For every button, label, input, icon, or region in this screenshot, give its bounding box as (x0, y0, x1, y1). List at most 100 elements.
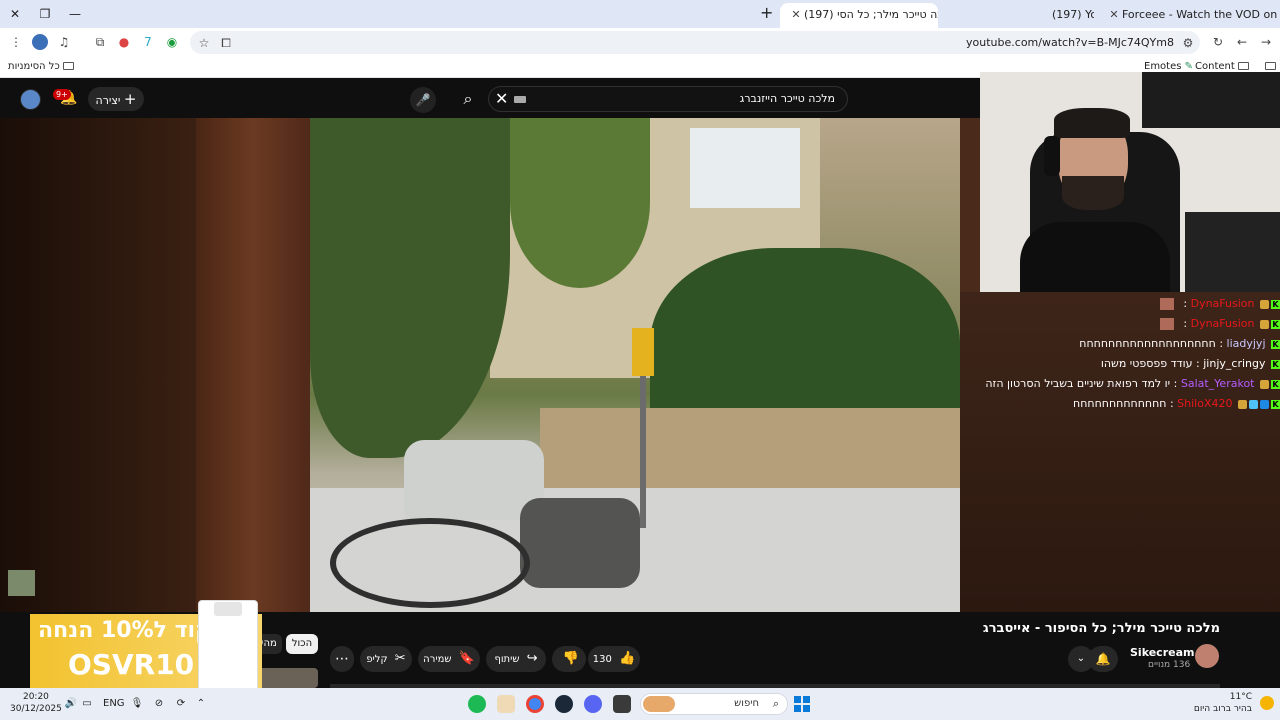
chat-message: K DynaFusion : (1159, 295, 1280, 313)
like-button[interactable]: 130 👍 (588, 646, 640, 672)
video-title: מלכה טייכר מילר; כל הסיפור - אייסברג (982, 621, 1220, 636)
app-icon[interactable] (497, 695, 515, 713)
more-actions-icon[interactable]: ⋯ (330, 646, 354, 672)
steam-app-icon[interactable] (555, 695, 573, 713)
bookmark-icon: 🔖 (458, 651, 475, 666)
address-bar[interactable]: ☆ ⧠ youtube.com/watch?v=B-MJc74QYm8 ⚙ (190, 31, 1200, 54)
search-icon: ⌕ (772, 697, 779, 710)
chevron-down-icon[interactable]: ⌄ (1068, 646, 1094, 672)
all-bookmarks-label: כל הסימניות (8, 61, 60, 72)
chat-emote-icon (1159, 298, 1174, 310)
bookmark-star-icon[interactable]: ☆ (196, 35, 212, 51)
chat-message: K liadyjyj : חחחחחחחחחחחחחחחחחחח (1079, 335, 1280, 353)
language-indicator[interactable]: ENG (103, 697, 125, 711)
back-icon[interactable]: ← (1234, 34, 1250, 50)
keyboard-icon[interactable] (514, 96, 526, 103)
pc-case (1185, 212, 1280, 292)
emotes-icon: ✎ (1184, 61, 1194, 72)
volume-icon[interactable]: 🔊 (64, 697, 78, 711)
save-button[interactable]: שמירה 🔖 (418, 646, 480, 672)
profile-avatar[interactable] (32, 34, 48, 50)
wall (540, 408, 960, 488)
create-label: יצירה (95, 94, 121, 107)
video-player[interactable] (0, 118, 980, 612)
reload-icon[interactable]: ↻ (1210, 34, 1226, 50)
browser-toolbar: ⋮ ♫ ⧉ ● 7 ◉ ☆ ⧠ youtube.com/watch?v=B-MJ… (0, 28, 1280, 56)
clock[interactable]: 20:20 30/12/2025 (10, 691, 62, 715)
kick-badge-icon: K (1271, 399, 1280, 409)
all-bookmarks-button[interactable]: כל הסימניות (8, 60, 77, 74)
voice-search-mic-icon[interactable]: 🎤 (410, 87, 436, 113)
dislike-button[interactable]: 👎 (552, 646, 586, 672)
microphone-icon[interactable]: 🎙 (130, 697, 144, 711)
share-button[interactable]: שיתוף ↪ (486, 646, 546, 672)
discord-app-icon[interactable] (584, 695, 602, 713)
kick-badge-icon: K (1271, 359, 1280, 369)
avatar[interactable] (20, 89, 41, 110)
extensions-icon[interactable]: ⧉ (92, 34, 108, 50)
chat-username: DynaFusion (1190, 297, 1255, 310)
chip-all[interactable]: הכול (286, 634, 318, 654)
chevron-up-icon[interactable]: ⌃ (194, 697, 208, 711)
tab-close-icon[interactable]: ✕ (1108, 3, 1120, 27)
window-close-icon[interactable]: ✕ (4, 4, 26, 24)
clip-button[interactable]: קליפ ✂ (360, 646, 412, 672)
chat-separator: : (1183, 297, 1188, 310)
search-query: מלכה טייכר הייזנברג (739, 92, 835, 105)
new-tab-button[interactable]: + (760, 5, 773, 21)
tab-youtube-video[interactable]: ✕(197) מלכה טייכר מילר; כל הסי (780, 3, 938, 28)
forward-icon[interactable]: → (1258, 34, 1274, 50)
search-placeholder: חיפוש (734, 698, 759, 709)
browser-tab-bar: ✕ ❐ — + ✕(197) מלכה טייכר מילר; כל הסי (… (0, 0, 1280, 28)
menu-icon[interactable]: ⋮ (8, 34, 24, 50)
site-settings-icon[interactable]: ⚙ (1180, 35, 1196, 51)
tab-close-icon[interactable]: ✕ (790, 3, 802, 27)
tab-kick-vod[interactable]: ✕ Forceee - Watch the VOD on Ki (1098, 3, 1280, 28)
scissors-icon: ✂ (394, 651, 406, 666)
folder-icon (1265, 62, 1276, 70)
extension-icon[interactable]: ● (116, 34, 132, 50)
create-button[interactable]: יצירה + (88, 87, 144, 111)
pencil-badge-icon (1260, 319, 1269, 329)
tab-title: Forceee - Watch the VOD on Ki (1122, 8, 1280, 21)
recommended-thumbnail[interactable] (255, 668, 318, 688)
chat-separator: : (1173, 377, 1178, 390)
search-icon[interactable]: ⌕ (448, 86, 488, 112)
chat-emote-icon (1159, 318, 1174, 330)
chat-separator: : (1196, 357, 1200, 370)
sync-icon[interactable]: ⟳ (174, 697, 188, 711)
save-label: שמירה (423, 654, 452, 665)
network-icon[interactable]: ▭ (80, 697, 94, 711)
tab-youtube-home[interactable]: (197) YouTube (944, 3, 1094, 28)
chrome-app-icon[interactable] (526, 695, 544, 713)
app-icon[interactable] (613, 695, 631, 713)
wifi-off-icon[interactable]: ⊘ (152, 697, 166, 711)
send-to-devices-icon[interactable]: ⧠ (218, 35, 234, 51)
tv (1142, 72, 1280, 128)
chat-message: K jinjy_cringy : עודד פפספטי משהו (1101, 355, 1280, 373)
chat-text: יו למד רפואת שיניים בשביל הסרטון הזה (985, 377, 1171, 390)
url-text: youtube.com/watch?v=B-MJc74QYm8 (966, 36, 1174, 49)
beard (1062, 176, 1124, 210)
spotify-app-icon[interactable] (468, 695, 486, 713)
window-restore-icon[interactable]: ❐ (34, 4, 56, 24)
weather-widget[interactable]: 11°C בהיר ברוב היום (1194, 691, 1252, 715)
channel-avatar[interactable] (1195, 644, 1219, 668)
start-button-windows-icon[interactable] (794, 696, 810, 712)
media-control-icon[interactable]: ♫ (56, 34, 72, 50)
channel-name[interactable]: Sikecream (1130, 646, 1194, 659)
screen: ✕ ❐ — + ✕(197) מלכה טייכר מילר; כל הסי (… (0, 0, 1280, 720)
chat-text: חחחחחחחחחחחחח (1073, 397, 1167, 410)
extension-icon[interactable]: 7 (140, 34, 156, 50)
window-minimize-icon[interactable]: — (64, 4, 86, 24)
video-thumbnail (8, 570, 35, 596)
clip-label: קליפ (366, 654, 388, 665)
kick-badge-icon: K (1271, 319, 1280, 329)
tab-title: (197) מלכה טייכר מילר; כל הסי (804, 8, 938, 21)
search-input[interactable]: ✕ מלכה טייכר הייזנברג (488, 86, 848, 112)
folder-icon (62, 62, 74, 70)
chat-separator: : (1219, 337, 1224, 350)
extension-icon[interactable]: ◉ (164, 34, 180, 50)
clear-search-icon[interactable]: ✕ (495, 87, 508, 111)
taskbar-search[interactable]: חיפוש ⌕ (640, 693, 788, 715)
